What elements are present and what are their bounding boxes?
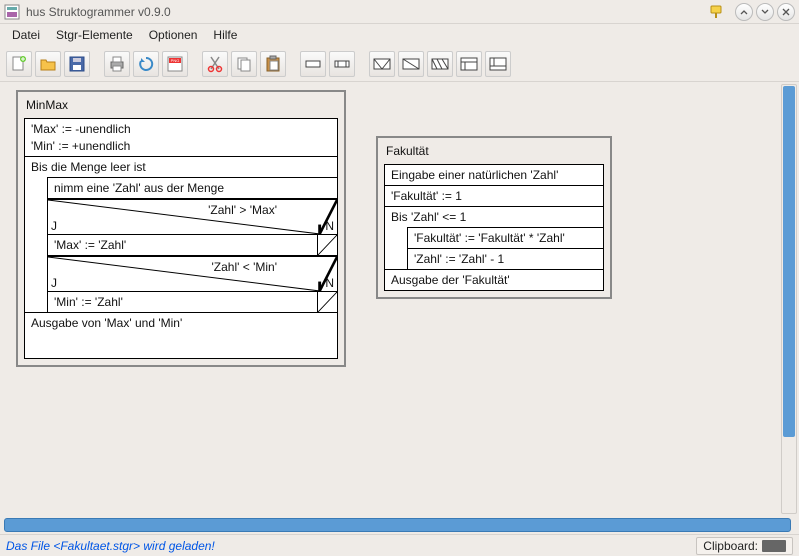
clipboard-label: Clipboard: [703,539,758,553]
condition-label: 'Zahl' > 'Max' [208,203,277,217]
menu-help[interactable]: Hilfe [205,26,245,44]
statement[interactable]: 'Min' := +unendlich [25,136,337,157]
true-label: J [51,276,57,290]
cut-button[interactable] [202,51,228,77]
true-label: J [51,219,57,233]
diagram-minmax[interactable]: MinMax 'Max' := -unendlich 'Min' := +une… [16,90,346,367]
statement[interactable]: 'Min' := 'Zahl' [48,292,317,312]
statement[interactable]: Eingabe einer natürlichen 'Zahl' [385,165,603,186]
condition-label: 'Zahl' < 'Min' [211,260,277,274]
empty-branch [317,235,337,255]
refresh-button[interactable] [133,51,159,77]
minimize-button[interactable] [735,3,753,21]
false-label: N [325,276,334,290]
window-title: hus Struktogrammer v0.9.0 [26,5,708,19]
status-message: Das File <Fakultaet.stgr> wird geladen! [6,539,696,553]
maximize-button[interactable] [756,3,774,21]
clipboard-indicator: Clipboard: [696,537,793,555]
new-button[interactable] [6,51,32,77]
statement[interactable]: 'Max' := -unendlich [25,119,337,136]
loop-head[interactable]: Bis die Menge leer ist [25,157,337,177]
copy-button[interactable] [231,51,257,77]
menu-elements[interactable]: Stgr-Elemente [48,26,141,44]
condition-block[interactable]: 'Zahl' < 'Min' J N [48,256,337,292]
pin-icon[interactable] [708,4,724,20]
statement[interactable]: nimm eine 'Zahl' aus der Menge [48,177,337,199]
diagram-title: MinMax [24,98,338,112]
open-button[interactable] [35,51,61,77]
svg-text:PNG: PNG [171,58,180,63]
block-while-button[interactable] [456,51,482,77]
scrollbar-thumb[interactable] [783,86,795,437]
vertical-scrollbar[interactable] [781,84,797,514]
paste-button[interactable] [260,51,286,77]
print-button[interactable] [104,51,130,77]
block-case-button[interactable] [427,51,453,77]
statement[interactable]: Ausgabe der 'Fakultät' [385,270,603,290]
clipboard-preview [762,540,786,552]
close-button[interactable] [777,3,795,21]
block-if-button[interactable] [369,51,395,77]
canvas-area[interactable]: MinMax 'Max' := -unendlich 'Min' := +une… [0,82,799,516]
statement[interactable]: 'Zahl' := 'Zahl' - 1 [408,249,603,269]
app-icon [4,4,20,20]
false-label: N [325,219,334,233]
condition-block[interactable]: 'Zahl' > 'Max' J N [48,199,337,235]
titlebar: hus Struktogrammer v0.9.0 [0,0,799,24]
toolbar: PNG [0,46,799,82]
statement[interactable]: 'Max' := 'Zahl' [48,235,317,255]
scrollbar-thumb[interactable] [4,518,791,532]
statement[interactable]: 'Fakultät' := 1 [385,186,603,207]
horizontal-scrollbar[interactable] [0,516,799,534]
block-process-button[interactable] [329,51,355,77]
menubar: Datei Stgr-Elemente Optionen Hilfe [0,24,799,46]
diagram-title: Fakultät [384,144,604,158]
save-button[interactable] [64,51,90,77]
menu-options[interactable]: Optionen [141,26,206,44]
statement[interactable]: Ausgabe von 'Max' und 'Min' [25,313,337,358]
statement[interactable]: 'Fakultät' := 'Fakultät' * 'Zahl' [408,227,603,249]
block-ifelse-button[interactable] [398,51,424,77]
block-repeat-button[interactable] [485,51,511,77]
diagram-fakultaet[interactable]: Fakultät Eingabe einer natürlichen 'Zahl… [376,136,612,299]
menu-file[interactable]: Datei [4,26,48,44]
block-sequence-button[interactable] [300,51,326,77]
export-png-button[interactable]: PNG [162,51,188,77]
empty-branch [317,292,337,312]
statusbar: Das File <Fakultaet.stgr> wird geladen! … [0,534,799,556]
loop-head[interactable]: Bis 'Zahl' <= 1 [385,207,603,227]
